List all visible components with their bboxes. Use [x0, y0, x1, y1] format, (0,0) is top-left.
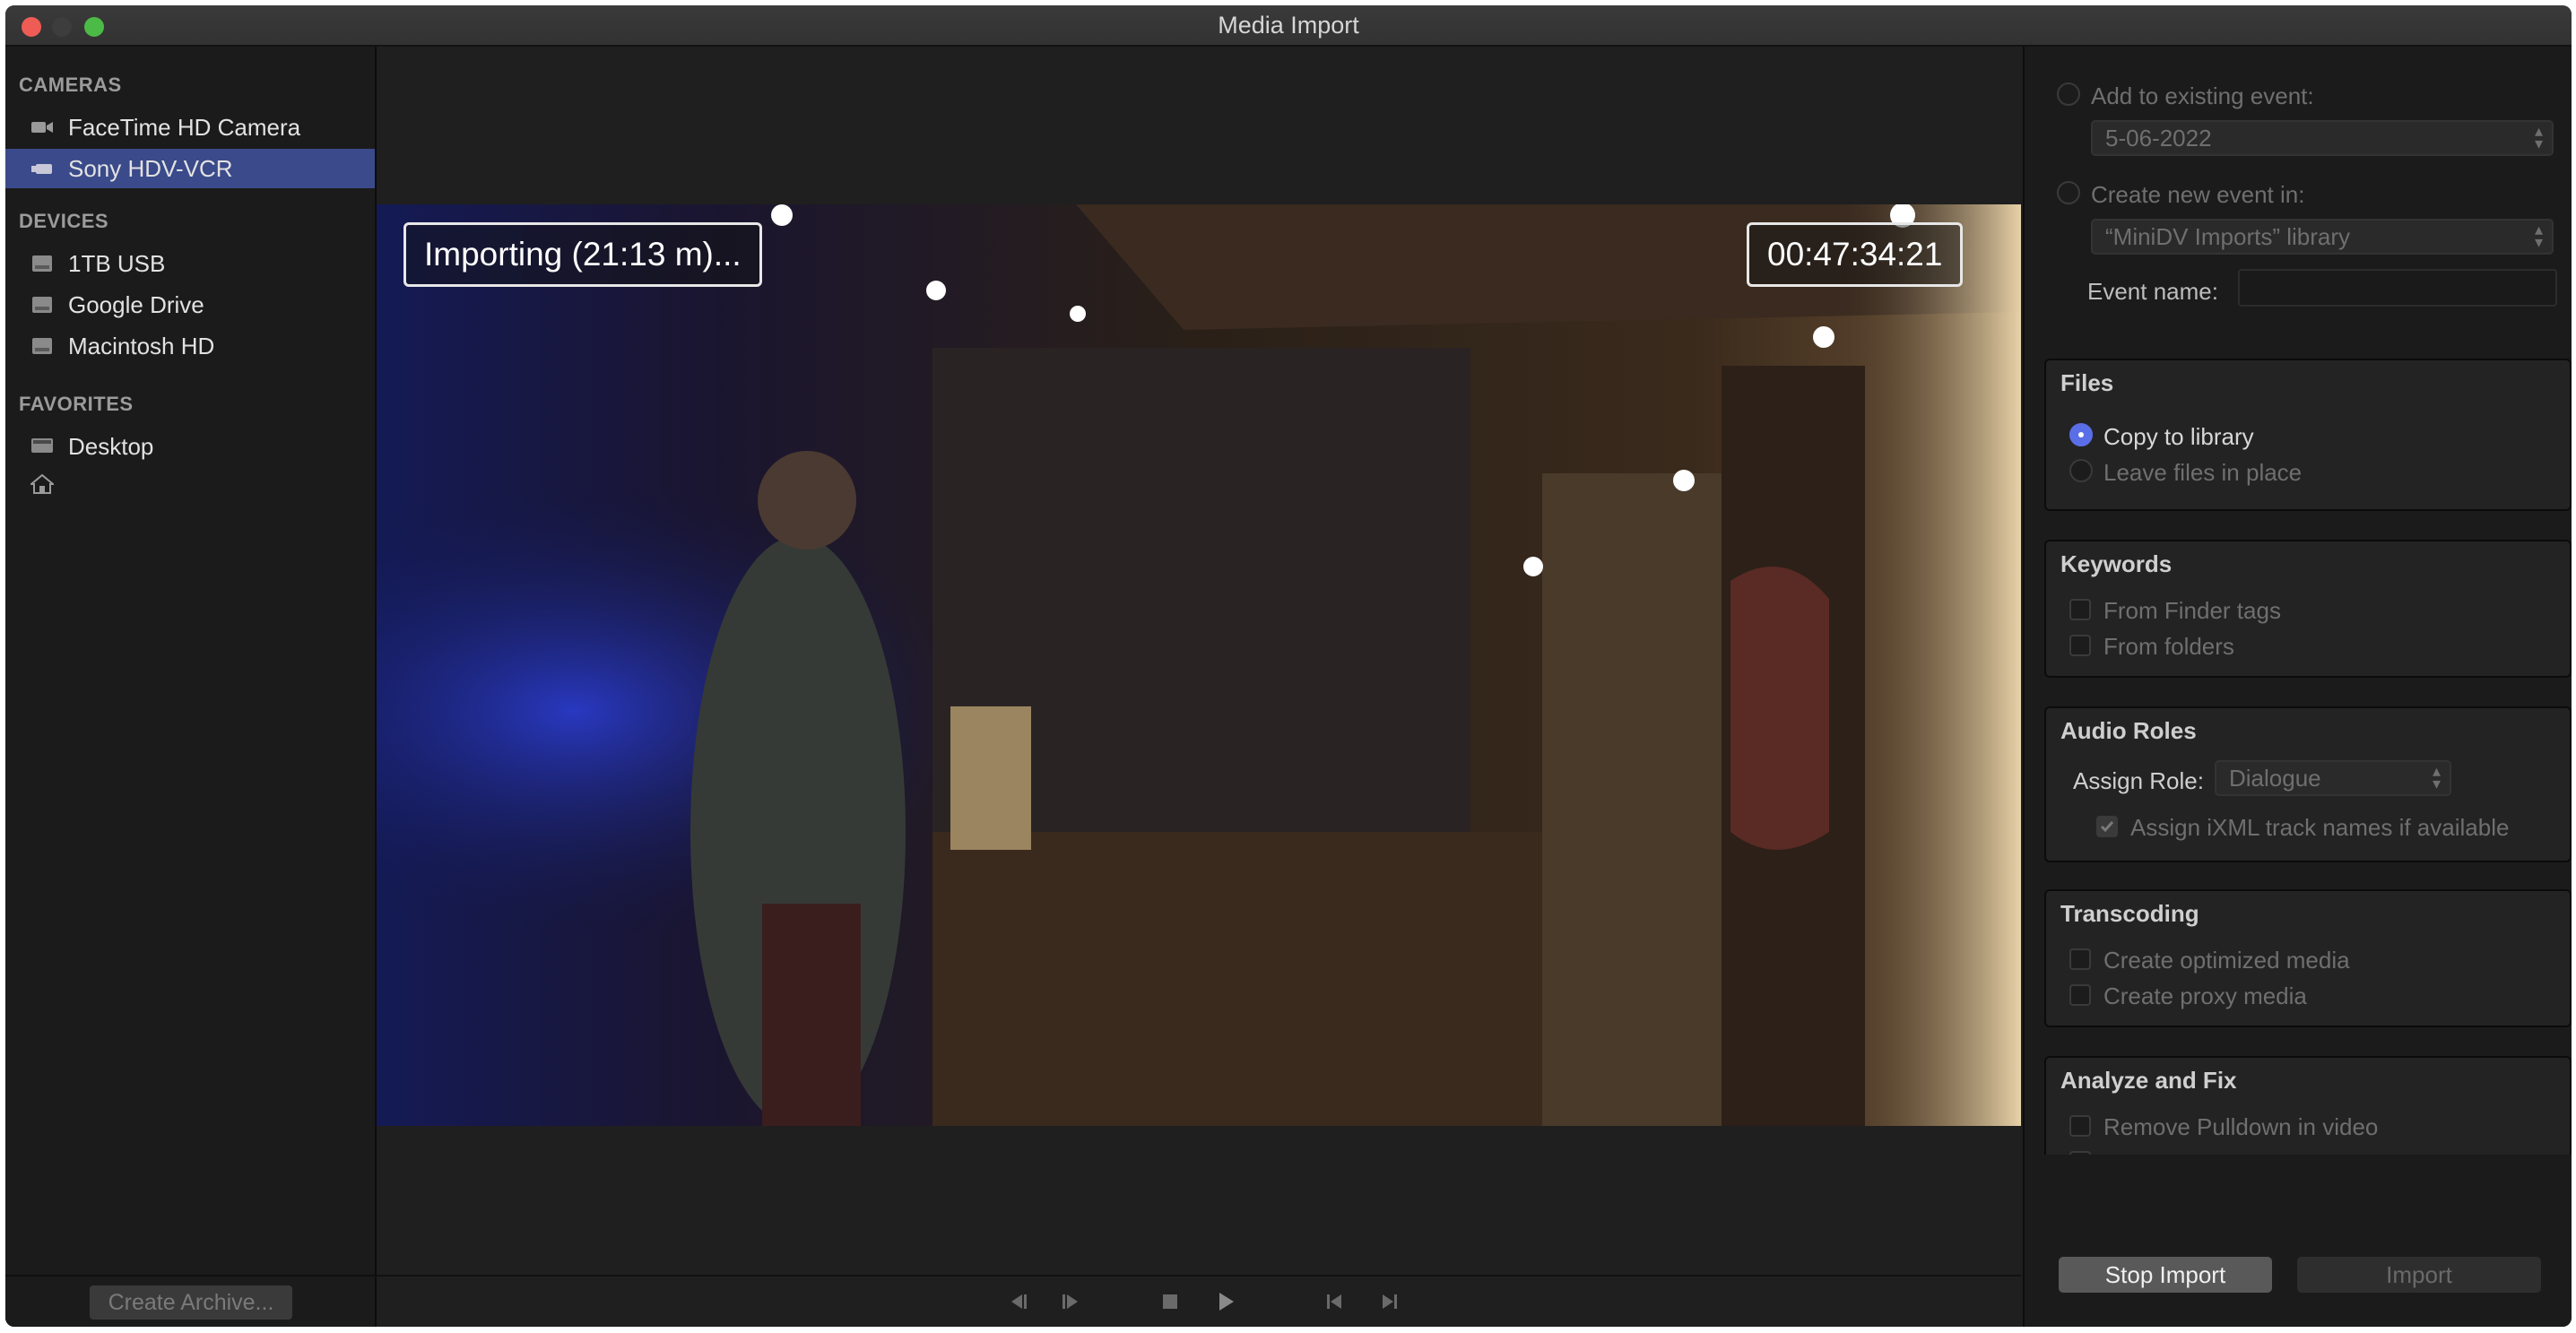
audio-roles-title: Audio Roles	[2060, 717, 2197, 744]
sidebar-item-1tb-usb[interactable]: 1TB USB	[5, 244, 375, 283]
next-frame-icon[interactable]	[1058, 1289, 1085, 1314]
import-options-panel: Add to existing event: 5-06-2022 ▴ ▾ Crea…	[2023, 47, 2572, 1327]
create-optimized-checkbox[interactable]	[2069, 948, 2091, 970]
assign-role-label: Assign Role:	[2073, 767, 2204, 794]
create-new-event-label: Create new event in:	[2091, 181, 2305, 208]
files-title: Files	[2060, 369, 2114, 396]
leave-files-radio[interactable]	[2069, 459, 2093, 482]
title-bar: Media Import	[5, 5, 2572, 47]
sidebar-item-google-drive[interactable]: Google Drive	[5, 285, 375, 325]
transcoding-panel: Transcoding Create optimized media Creat…	[2044, 889, 2572, 1027]
assign-ixml-label: Assign iXML track names if available	[2130, 814, 2510, 841]
transport-controls	[377, 1275, 2021, 1327]
from-folders-checkbox[interactable]	[2069, 635, 2091, 656]
from-folders-label: From folders	[2103, 633, 2234, 660]
window-title: Media Import	[1218, 12, 1359, 39]
sidebar-item-facetime-camera[interactable]: FaceTime HD Camera	[5, 108, 375, 147]
assign-ixml-checkbox[interactable]	[2096, 816, 2118, 837]
leave-files-label: Leave files in place	[2103, 459, 2303, 486]
chevron-updown-icon: ▴ ▾	[2432, 762, 2441, 792]
existing-event-select[interactable]: 5-06-2022 ▴ ▾	[2091, 120, 2554, 156]
home-icon	[30, 474, 54, 494]
go-to-end-icon[interactable]	[1375, 1289, 1402, 1314]
video-preview: Importing (21:13 m)... 00:47:34:21	[377, 204, 2021, 1126]
analyze-fix-panel: Analyze and Fix Remove Pulldown in video	[2044, 1056, 2572, 1155]
desktop-icon	[31, 438, 53, 453]
sidebar-item-home[interactable]	[5, 464, 375, 504]
existing-event-value: 5-06-2022	[2105, 125, 2212, 151]
sidebar-item-label: Desktop	[68, 433, 154, 460]
drive-icon	[32, 297, 52, 313]
sidebar-footer: Create Archive...	[5, 1275, 375, 1327]
sidebar-item-label: Google Drive	[68, 291, 204, 318]
files-panel: Files Copy to library Leave files in pla…	[2044, 359, 2572, 511]
create-proxy-checkbox[interactable]	[2069, 984, 2091, 1006]
devices-header: DEVICES	[19, 210, 109, 232]
media-import-window: Media Import CAMERAS FaceTime HD Camera …	[5, 5, 2572, 1327]
create-optimized-label: Create optimized media	[2103, 947, 2350, 974]
import-status-overlay: Importing (21:13 m)...	[403, 222, 762, 287]
sidebar-item-label: Sony HDV-VCR	[68, 155, 233, 182]
previous-frame-icon[interactable]	[1004, 1289, 1031, 1314]
stop-icon[interactable]	[1157, 1289, 1184, 1314]
go-to-start-icon[interactable]	[1322, 1289, 1349, 1314]
stop-import-button[interactable]: Stop Import	[2059, 1257, 2272, 1293]
drive-icon	[32, 338, 52, 354]
assign-role-value: Dialogue	[2229, 765, 2321, 792]
assign-role-select[interactable]: Dialogue ▴ ▾	[2215, 760, 2451, 796]
create-new-event-radio[interactable]	[2057, 181, 2080, 204]
remove-pulldown-checkbox[interactable]	[2069, 1115, 2091, 1137]
sidebar-item-desktop[interactable]: Desktop	[5, 427, 375, 466]
from-finder-tags-label: From Finder tags	[2103, 597, 2281, 624]
analyze-clip-region: Analyze and Fix Remove Pulldown in video	[2025, 1056, 2572, 1155]
drive-icon	[32, 255, 52, 272]
create-archive-button[interactable]: Create Archive...	[90, 1285, 292, 1320]
favorites-header: FAVORITES	[19, 393, 134, 415]
copy-to-library-radio[interactable]	[2069, 423, 2093, 446]
sidebar-item-label: FaceTime HD Camera	[68, 114, 301, 141]
keywords-panel: Keywords From Finder tags From folders	[2044, 540, 2572, 678]
event-name-field[interactable]	[2238, 269, 2557, 307]
transcoding-title: Transcoding	[2060, 900, 2199, 927]
camcorder-icon	[31, 164, 52, 174]
sidebar-item-sony-hdv-vcr[interactable]: Sony HDV-VCR	[5, 149, 375, 188]
copy-to-library-label: Copy to library	[2103, 423, 2254, 450]
cameras-header: CAMERAS	[19, 74, 122, 96]
analyze-fix-title: Analyze and Fix	[2060, 1067, 2237, 1094]
event-name-label: Event name:	[2087, 278, 2218, 305]
checkmark-icon	[2100, 821, 2114, 833]
sidebar-item-label: Macintosh HD	[68, 333, 215, 359]
video-camera-icon	[31, 122, 53, 133]
remove-pulldown-label: Remove Pulldown in video	[2103, 1113, 2379, 1140]
library-value: “MiniDV Imports” library	[2105, 223, 2351, 250]
play-icon[interactable]	[1212, 1289, 1239, 1314]
audio-roles-panel: Audio Roles Assign Role: Dialogue ▴ ▾ Ass…	[2044, 706, 2572, 862]
add-existing-event-radio[interactable]	[2057, 82, 2080, 106]
keywords-title: Keywords	[2060, 550, 2173, 577]
timecode-overlay: 00:47:34:21	[1747, 222, 1964, 287]
create-proxy-label: Create proxy media	[2103, 982, 2307, 1009]
analyze-next-checkbox[interactable]	[2069, 1151, 2091, 1155]
library-select[interactable]: “MiniDV Imports” library ▴ ▾	[2091, 219, 2554, 255]
from-finder-tags-checkbox[interactable]	[2069, 599, 2091, 620]
viewer: Importing (21:13 m)... 00:47:34:21	[377, 47, 2021, 1327]
sidebar-item-label: 1TB USB	[68, 250, 166, 277]
sidebar: CAMERAS FaceTime HD Camera Sony HDV-VCR …	[5, 47, 377, 1327]
sidebar-item-macintosh-hd[interactable]: Macintosh HD	[5, 326, 375, 366]
video-frame-image	[377, 204, 2021, 1126]
chevron-updown-icon: ▴ ▾	[2534, 221, 2543, 251]
add-existing-event-label: Add to existing event:	[2091, 82, 2314, 109]
import-button[interactable]: Import	[2297, 1257, 2541, 1293]
chevron-updown-icon: ▴ ▾	[2534, 122, 2543, 152]
